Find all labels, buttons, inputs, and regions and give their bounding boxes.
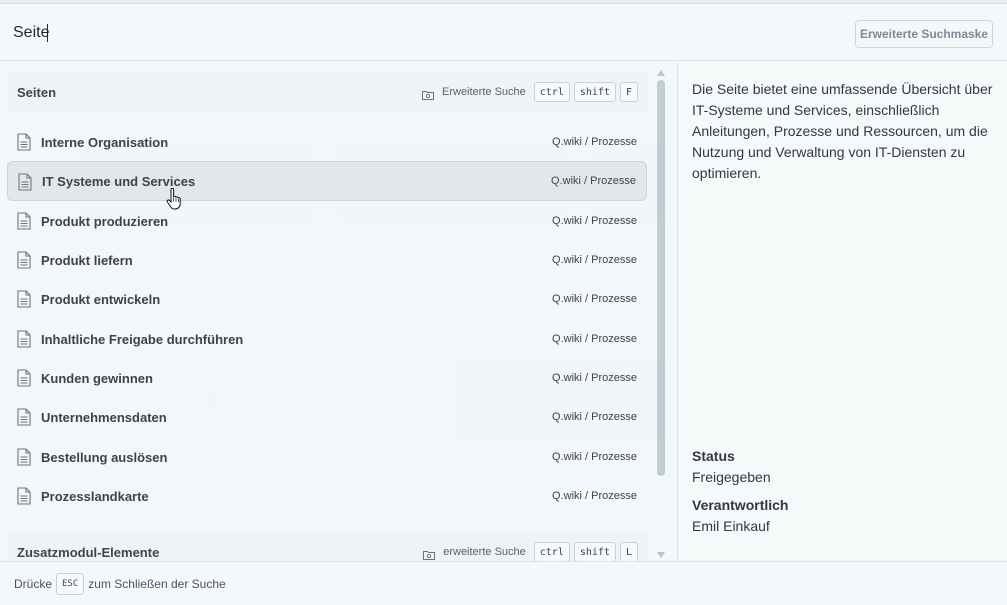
- section-title: Zusatzmodul-Elemente: [17, 544, 160, 560]
- scrollbar-thumb[interactable]: [657, 80, 665, 476]
- page-icon: [17, 251, 31, 269]
- result-title: Produkt produzieren: [41, 213, 169, 229]
- shortcut-key: ctrl: [533, 542, 570, 562]
- shortcut-key: ctrl: [533, 82, 570, 102]
- footer-suffix: zum Schließen der Suche: [88, 577, 226, 591]
- search-input[interactable]: [13, 21, 713, 45]
- section-header-pages: Seiten Erweiterte Suche ctrl shift F: [8, 71, 648, 113]
- result-path: Q.wiki / Prozesse: [552, 215, 637, 227]
- folder-search-icon: [423, 547, 436, 560]
- result-title: Bestellung auslösen: [41, 449, 168, 465]
- owner-label: Verantwortlich: [692, 497, 789, 513]
- result-title: Interne Organisation: [41, 134, 169, 150]
- result-item[interactable]: Unternehmensdaten Q.wiki / Prozesse: [7, 397, 647, 437]
- result-path: Q.wiki / Prozesse: [552, 333, 637, 345]
- result-path: Q.wiki / Prozesse: [552, 490, 637, 502]
- result-title: Unternehmensdaten: [41, 409, 167, 425]
- scroll-up-arrow-icon[interactable]: [657, 70, 665, 76]
- folder-search-icon: [422, 87, 434, 100]
- result-item[interactable]: Inhaltliche Freigabe durchführen Q.wiki …: [7, 319, 647, 359]
- advanced-search-mask-button[interactable]: Erweiterte Suchmaske: [855, 20, 993, 48]
- advanced-search-label: erweiterte Suche: [443, 546, 526, 558]
- preview-pane: Die Seite bietet eine umfassende Übersic…: [677, 62, 1007, 562]
- result-title: Produkt liefern: [41, 252, 133, 268]
- advanced-search-link[interactable]: erweiterte Suche ctrl shift L: [423, 542, 638, 562]
- status-label: Status: [692, 448, 735, 464]
- result-item[interactable]: Produkt liefern Q.wiki / Prozesse: [7, 240, 647, 280]
- result-path: Q.wiki / Prozesse: [552, 136, 637, 148]
- footer-prefix: Drücke: [14, 577, 53, 591]
- shortcut-key: L: [619, 542, 638, 562]
- esc-key: ESC: [56, 573, 85, 595]
- result-item[interactable]: Produkt produzieren Q.wiki / Prozesse: [7, 201, 647, 241]
- page-icon: [18, 173, 32, 191]
- page-icon: [17, 448, 31, 466]
- result-path: Q.wiki / Prozesse: [551, 175, 636, 187]
- result-item[interactable]: Produkt entwickeln Q.wiki / Prozesse: [7, 279, 647, 319]
- advanced-search-label: Erweiterte Suche: [442, 86, 526, 98]
- search-dialog: Erweiterte Suchmaske Seiten Erweiterte S…: [0, 3, 1007, 605]
- result-item[interactable]: Bestellung auslösen Q.wiki / Prozesse: [7, 437, 647, 477]
- search-footer: Drücke ESC zum Schließen der Suche: [0, 561, 1007, 605]
- result-path: Q.wiki / Prozesse: [552, 411, 637, 423]
- preview-description: Die Seite bietet eine umfassende Übersic…: [692, 81, 993, 181]
- shortcut-key: F: [619, 82, 638, 102]
- scroll-down-arrow-icon[interactable]: [657, 552, 665, 558]
- section-header-addon-elements: Zusatzmodul-Elemente erweiterte Suche ct…: [8, 531, 648, 562]
- result-path: Q.wiki / Prozesse: [552, 451, 637, 463]
- shortcut-key: shift: [573, 542, 616, 562]
- section-title: Seiten: [17, 84, 57, 100]
- result-title: Inhaltliche Freigabe durchführen: [41, 331, 244, 347]
- result-item[interactable]: IT Systeme und Services Q.wiki / Prozess…: [7, 161, 647, 201]
- page-icon: [17, 290, 31, 308]
- page-icon: [17, 408, 31, 426]
- results-scrollbar[interactable]: [657, 70, 665, 558]
- result-item[interactable]: Prozesslandkarte Q.wiki / Prozesse: [7, 476, 647, 516]
- page-icon: [17, 133, 31, 151]
- page-icon: [17, 369, 31, 387]
- status-value: Freigegeben: [692, 469, 771, 485]
- result-item[interactable]: Interne Organisation Q.wiki / Prozesse: [7, 122, 647, 162]
- advanced-search-link[interactable]: Erweiterte Suche ctrl shift F: [422, 82, 638, 102]
- page-icon: [17, 487, 31, 505]
- search-bar: Erweiterte Suchmaske: [0, 4, 1007, 61]
- page-icon: [17, 330, 31, 348]
- text-caret: [47, 24, 48, 42]
- owner-value: Emil Einkauf: [692, 518, 770, 534]
- result-title: Prozesslandkarte: [41, 488, 149, 504]
- result-path: Q.wiki / Prozesse: [552, 372, 637, 384]
- result-title: Produkt entwickeln: [41, 291, 161, 307]
- result-item[interactable]: Kunden gewinnen Q.wiki / Prozesse: [7, 358, 647, 398]
- result-path: Q.wiki / Prozesse: [552, 254, 637, 266]
- result-title: Kunden gewinnen: [41, 370, 153, 386]
- hand-cursor-icon: [166, 188, 181, 210]
- shortcut-key: shift: [573, 82, 616, 102]
- result-path: Q.wiki / Prozesse: [552, 293, 637, 305]
- results-pane: Seiten Erweiterte Suche ctrl shift F Int…: [0, 62, 676, 562]
- page-icon: [17, 212, 31, 230]
- result-title: IT Systeme und Services: [42, 173, 196, 189]
